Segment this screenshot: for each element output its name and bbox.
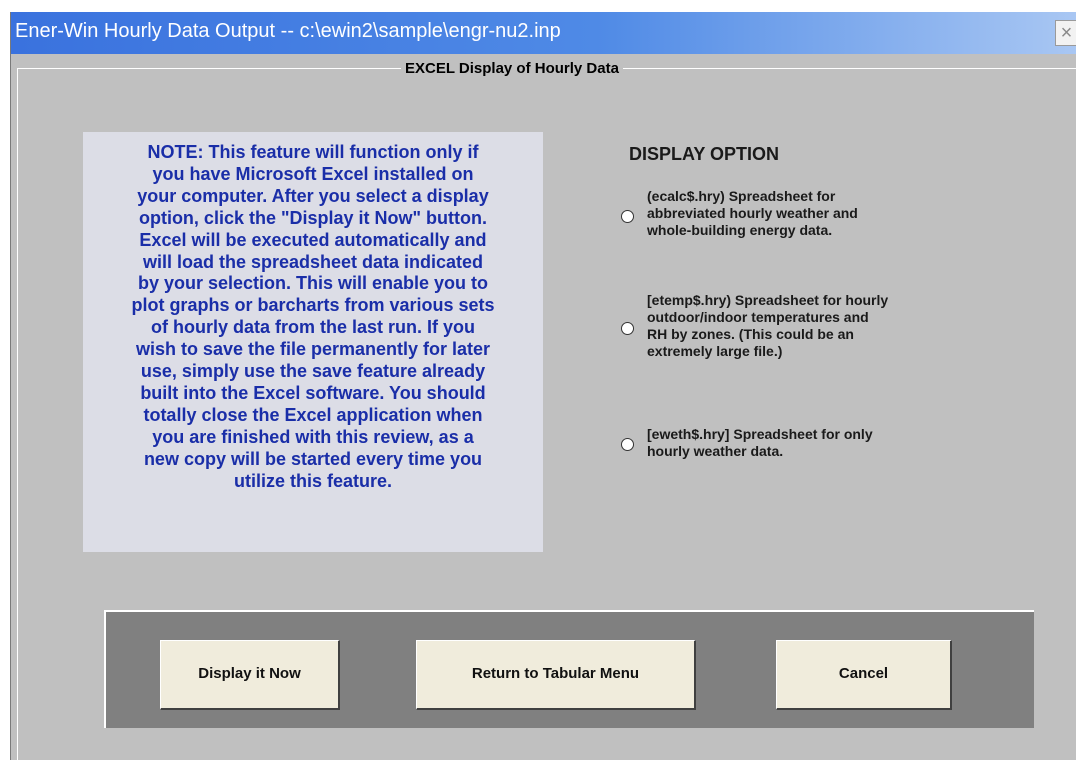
- return-to-tabular-menu-button[interactable]: Return to Tabular Menu: [416, 640, 696, 710]
- display-it-now-button[interactable]: Display it Now: [160, 640, 340, 710]
- note-line: your computer. After you select a displa…: [137, 185, 489, 206]
- option-ecalc-line: (ecalc$.hry) Spreadsheet for: [647, 188, 836, 204]
- note-line: NOTE: This feature will function only if: [147, 142, 479, 162]
- close-icon[interactable]: ×: [1055, 20, 1076, 46]
- button-panel: Display it Now Return to Tabular Menu Ca…: [104, 610, 1034, 728]
- group-title: EXCEL Display of Hourly Data: [401, 60, 623, 77]
- note-line: plot graphs or barcharts from various se…: [131, 295, 495, 316]
- option-eweth-line: hourly weather data.: [647, 443, 784, 459]
- window-title: Ener-Win Hourly Data Output -- c:\ewin2\…: [15, 20, 561, 42]
- option-etemp-line: outdoor/indoor temperatures and: [647, 309, 869, 325]
- option-etemp-line: [etemp$.hry) Spreadsheet for hourly: [647, 292, 889, 308]
- radio-etemp[interactable]: [621, 322, 634, 335]
- note-line: you are finished with this review, as a: [152, 426, 474, 447]
- note-line: built into the Excel software. You shoul…: [140, 382, 486, 403]
- note-line: use, simply use the save feature already: [140, 361, 486, 382]
- option-eweth-line: [eweth$.hry] Spreadsheet for only: [647, 426, 873, 442]
- note-line: Excel will be executed automatically and: [139, 229, 487, 250]
- note-line: will load the spreadsheet data indicated: [142, 251, 484, 272]
- option-ecalc-line: whole-building energy data.: [647, 222, 833, 238]
- note-line: totally close the Excel application when: [143, 404, 483, 425]
- option-etemp-label: [etemp$.hry) Spreadsheet for hourly outd…: [647, 292, 888, 360]
- title-bar[interactable]: Ener-Win Hourly Data Output -- c:\ewin2\…: [11, 12, 1076, 54]
- radio-ecalc[interactable]: [621, 210, 634, 223]
- note-line: you have Microsoft Excel installed on: [152, 163, 474, 184]
- note-line: wish to save the file permanently for la…: [135, 339, 491, 360]
- note-line: by your selection. This will enable you …: [137, 273, 489, 294]
- cancel-button[interactable]: Cancel: [776, 640, 952, 710]
- display-option-heading: DISPLAY OPTION: [629, 144, 780, 164]
- option-ecalc-label: (ecalc$.hry) Spreadsheet for abbreviated…: [647, 188, 858, 239]
- option-etemp-line: extremely large file.): [647, 343, 783, 359]
- note-line: of hourly data from the last run. If you: [150, 317, 476, 338]
- option-ecalc-line: abbreviated hourly weather and: [647, 205, 858, 221]
- note-line: new copy will be started every time you: [143, 448, 483, 469]
- dialog-window: Ener-Win Hourly Data Output -- c:\ewin2\…: [10, 12, 1076, 760]
- note-line: option, click the "Display it Now" butto…: [138, 207, 488, 228]
- note-line: utilize this feature.: [233, 470, 393, 491]
- note-panel: NOTE: This feature will function only if…: [83, 132, 543, 552]
- radio-eweth[interactable]: [621, 438, 634, 451]
- option-eweth-label: [eweth$.hry] Spreadsheet for only hourly…: [647, 426, 873, 460]
- option-etemp-line: RH by zones. (This could be an: [647, 326, 854, 342]
